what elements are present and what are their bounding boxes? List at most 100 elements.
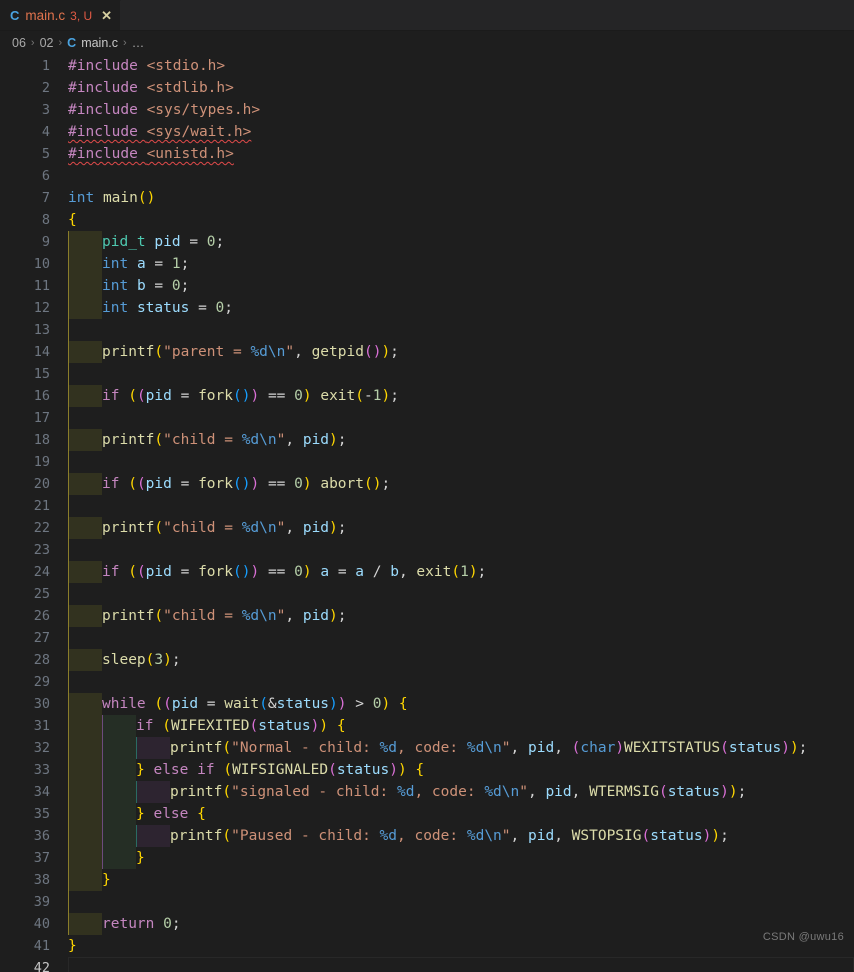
code-editor[interactable]: 1 #include <stdio.h> 2 #include <stdlib.h> 3… [0,55,854,972]
code-line[interactable]: 6 [0,165,854,187]
code-line[interactable]: 9 pid_t pid = 0; [0,231,854,253]
code-text[interactable]: if ((pid = fork()) == 0) abort(); [102,473,390,495]
code-line[interactable]: 31 if (WIFEXITED(status)) { [0,715,854,737]
code-line[interactable]: 23 [0,539,854,561]
code-text[interactable]: int status = 0; [102,297,233,319]
code-line[interactable]: 19 [0,451,854,473]
code-line[interactable]: 11 int b = 0; [0,275,854,297]
code-text[interactable]: } [68,935,77,957]
code-text[interactable]: } else if (WIFSIGNALED(status)) { [136,759,424,781]
code-text[interactable]: sleep(3); [102,649,181,671]
indent-guide-level-1 [68,913,102,935]
code-line[interactable]: 7 int main() [0,187,854,209]
code-text[interactable]: #include <sys/types.h> [68,99,260,121]
editor-tab-main-c[interactable]: C main.c 3, U ✕ [0,0,122,30]
line-number: 41 [33,938,50,954]
code-line[interactable]: 25 [0,583,854,605]
code-lines-container[interactable]: 1 #include <stdio.h> 2 #include <stdlib.h> 3… [0,55,854,972]
breadcrumb-item-02[interactable]: 02 [40,36,54,50]
code-text[interactable]: int main() [68,187,155,209]
code-line[interactable]: 39 [0,891,854,913]
indent-guide-level-1 [68,429,102,451]
code-line[interactable]: 33} else if (WIFSIGNALED(status)) { [0,759,854,781]
code-line[interactable]: 38} [0,869,854,891]
code-line[interactable]: 16 if ((pid = fork()) == 0) exit(-1); [0,385,854,407]
indent-guide-line-1 [68,891,69,913]
code-text[interactable]: if ((pid = fork()) == 0) exit(-1); [102,385,399,407]
breadcrumb-item-main-c[interactable]: main.c [81,36,118,50]
code-line[interactable]: 30 while ((pid = wait(&status)) > 0) { [0,693,854,715]
line-number: 35 [33,806,50,822]
code-line[interactable]: 12 int status = 0; [0,297,854,319]
code-line[interactable]: 10 int a = 1; [0,253,854,275]
breadcrumb-item-06[interactable]: 06 [12,36,26,50]
code-text[interactable]: printf("parent = %d\n", getpid()); [102,341,399,363]
code-line[interactable]: 41} [0,935,854,957]
code-text[interactable]: #include <unistd.h> [68,143,234,165]
code-text[interactable]: printf("signaled - child: %d, code: %d\n… [170,781,746,803]
line-number: 32 [33,740,50,756]
code-text[interactable]: #include <stdio.h> [68,55,225,77]
error-squiggle: #include <sys/wait.h> [68,124,252,140]
code-line[interactable]: 21 [0,495,854,517]
code-line[interactable]: 29 [0,671,854,693]
code-line[interactable]: 1 #include <stdio.h> [0,55,854,77]
code-text[interactable]: if ((pid = fork()) == 0) a = a / b, exit… [102,561,486,583]
code-text[interactable]: if (WIFEXITED(status)) { [136,715,346,737]
code-line[interactable]: 8{ [0,209,854,231]
code-text[interactable]: printf("child = %d\n", pid); [102,605,347,627]
indent-guide-level-2 [102,847,136,869]
code-text[interactable]: printf("Normal - child: %d, code: %d\n",… [170,737,807,759]
line-number: 2 [41,80,50,96]
code-text[interactable]: { [68,209,77,231]
code-text[interactable]: printf("child = %d\n", pid); [102,429,347,451]
code-text[interactable]: pid_t pid = 0; [102,231,224,253]
indent-guide-level-2 [102,737,136,759]
code-line[interactable]: 37} [0,847,854,869]
indent-guide-level-1 [68,517,102,539]
code-line[interactable]: 34 printf("signaled - child: %d, code: %d… [0,781,854,803]
code-line[interactable]: 42 [0,957,854,972]
indent-guide-level-1 [68,869,102,891]
code-line[interactable]: 13 [0,319,854,341]
code-text[interactable]: #include <stdlib.h> [68,77,234,99]
line-number: 3 [41,102,50,118]
code-line[interactable]: 27 [0,627,854,649]
code-text[interactable]: } [136,847,145,869]
code-line[interactable]: 15 [0,363,854,385]
code-line[interactable]: 22 printf("child = %d\n", pid); [0,517,854,539]
line-number: 11 [33,278,50,294]
line-number: 15 [33,366,50,382]
code-text[interactable]: printf("child = %d\n", pid); [102,517,347,539]
breadcrumb-item-symbols[interactable]: … [132,36,146,50]
code-line[interactable]: 32 printf("Normal - child: %d, code: %d\n… [0,737,854,759]
code-text[interactable]: int b = 0; [102,275,189,297]
code-text[interactable]: printf("Paused - child: %d, code: %d\n",… [170,825,729,847]
code-line[interactable]: 28 sleep(3); [0,649,854,671]
code-text[interactable]: return 0; [102,913,181,935]
indent-guide-level-3 [136,781,170,803]
code-line[interactable]: 40 return 0; [0,913,854,935]
code-text[interactable]: while ((pid = wait(&status)) > 0) { [102,693,408,715]
code-text[interactable]: } [102,869,111,891]
code-line[interactable]: 20 if ((pid = fork()) == 0) abort(); [0,473,854,495]
code-line[interactable]: 24 if ((pid = fork()) == 0) a = a / b, ex… [0,561,854,583]
indent-guide-level-3 [136,825,170,847]
code-line[interactable]: 4 #include <sys/wait.h> [0,121,854,143]
line-number: 7 [41,190,50,206]
code-line[interactable]: 35 } else { [0,803,854,825]
code-line[interactable]: 26 printf("child = %d\n", pid); [0,605,854,627]
editor-tab-badge: 3, U [70,8,93,23]
line-number: 26 [33,608,50,624]
close-icon[interactable]: ✕ [101,9,112,22]
code-text[interactable]: #include <sys/wait.h> [68,121,251,143]
code-line[interactable]: 3 #include <sys/types.h> [0,99,854,121]
code-line[interactable]: 14 printf("parent = %d\n", getpid()); [0,341,854,363]
code-line[interactable]: 36 printf("Paused - child: %d, code: %d\n… [0,825,854,847]
code-line[interactable]: 18 printf("child = %d\n", pid); [0,429,854,451]
code-text[interactable]: } else { [136,803,206,825]
code-text[interactable]: int a = 1; [102,253,189,275]
code-line[interactable]: 5 #include <unistd.h> [0,143,854,165]
code-line[interactable]: 17 [0,407,854,429]
code-line[interactable]: 2 #include <stdlib.h> [0,77,854,99]
